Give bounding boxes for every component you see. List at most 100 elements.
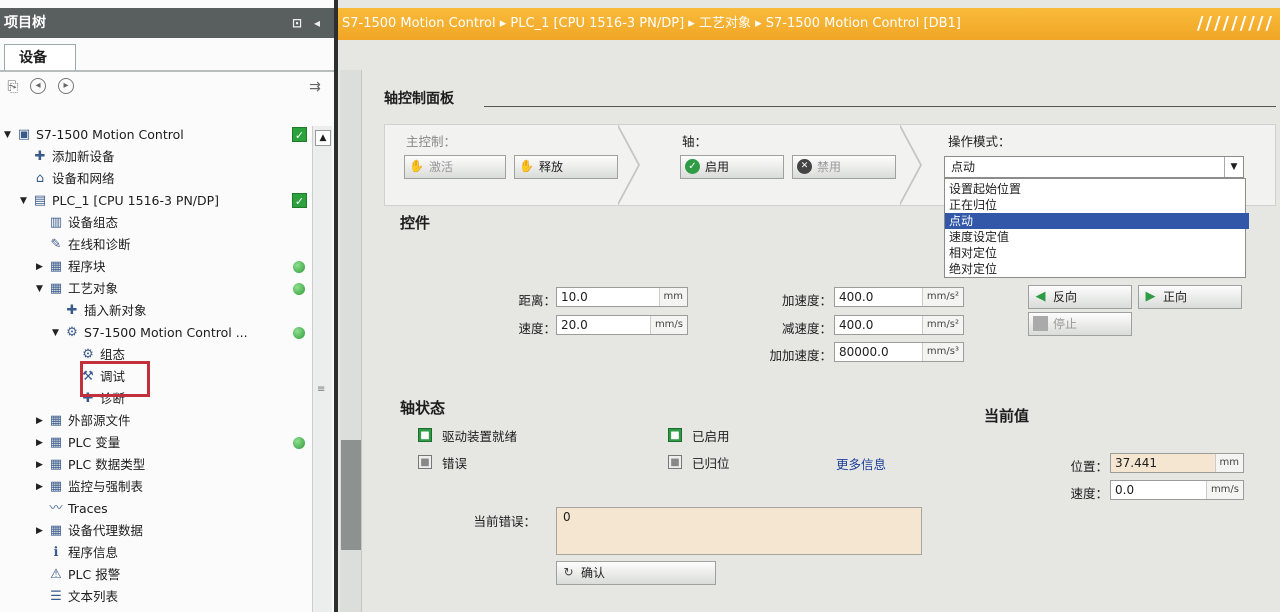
- operating-mode-option[interactable]: 速度设定值: [945, 229, 1249, 245]
- tree-item[interactable]: ▼ ▣ S7-1500 Motion Control ✓: [0, 124, 312, 146]
- position-value: 37.441: [1115, 456, 1157, 470]
- expand-arrow-icon[interactable]: ▼: [52, 322, 62, 344]
- forward-label: 正向: [1163, 290, 1188, 304]
- tree-item[interactable]: ℹ 程序信息: [0, 542, 312, 564]
- add-device-icon: ✚: [34, 149, 46, 164]
- distance-input[interactable]: 10.0 mm: [556, 287, 688, 307]
- scroll-up-icon[interactable]: ▲: [315, 130, 331, 146]
- tree-item[interactable]: ▶ ▦ 设备代理数据: [0, 520, 312, 542]
- gear-icon: ⚙: [82, 347, 94, 362]
- operating-mode-option[interactable]: 点动: [945, 213, 1249, 229]
- pending-error-value: 0: [563, 510, 571, 524]
- back-icon[interactable]: ◂: [30, 78, 46, 94]
- forward-icon[interactable]: ▸: [58, 78, 74, 94]
- forward-button[interactable]: ▶ 正向: [1138, 285, 1242, 309]
- folder-icon: ▦: [49, 281, 63, 296]
- deceleration-label: 减速度：: [781, 321, 832, 336]
- operating-mode-option[interactable]: 绝对定位: [945, 261, 1249, 277]
- trace-icon: 〰: [49, 501, 63, 516]
- collapse-arrow-icon[interactable]: ▶: [36, 454, 46, 476]
- drive-ready-icon: ■: [418, 428, 432, 442]
- tree-item[interactable]: ☰ 文本列表: [0, 586, 312, 608]
- current-values-title: 当前值: [984, 407, 1030, 425]
- tree-item[interactable]: ⚒ 调试: [0, 366, 312, 388]
- tree-item-label: 设备和网络: [52, 171, 115, 186]
- collapse-arrow-icon[interactable]: ▶: [36, 432, 46, 454]
- tree-item[interactable]: ⌂ 设备和网络: [0, 168, 312, 190]
- tree-item[interactable]: ▼ ▤ PLC_1 [CPU 1516-3 PN/DP] ✓: [0, 190, 312, 212]
- operating-mode-select[interactable]: 点动 ▼: [944, 156, 1244, 178]
- speed-input[interactable]: 20.0 mm/s: [556, 315, 688, 335]
- backward-button[interactable]: ◀ 反向: [1028, 285, 1132, 309]
- tree-item[interactable]: ✚ 诊断: [0, 388, 312, 410]
- status-ok-icon: ✓: [292, 193, 307, 208]
- error-icon: ■: [418, 455, 432, 469]
- velocity-value: 0.0: [1115, 483, 1135, 497]
- collapse-arrow-icon[interactable]: ▶: [36, 520, 46, 542]
- collapse-arrow-icon[interactable]: ▶: [36, 476, 46, 498]
- tree-item-label: 监控与强制表: [68, 479, 144, 494]
- task-card-tab[interactable]: [341, 440, 361, 550]
- collapse-arrow-icon[interactable]: ▶: [36, 410, 46, 432]
- tree-item[interactable]: ▼ ⚙ S7-1500 Motion Control ...: [0, 322, 312, 344]
- jerk-label: 加加速度：: [769, 348, 832, 363]
- tree-item[interactable]: ▶ ▦ 外部源文件: [0, 410, 312, 432]
- tree-item-label: PLC 报警: [68, 567, 121, 582]
- pin-icon[interactable]: ⊡: [292, 8, 302, 38]
- tree-item[interactable]: ✚ 添加新设备: [0, 146, 312, 168]
- tree-item[interactable]: ▥ 设备组态: [0, 212, 312, 234]
- folder-icon: ▦: [49, 413, 63, 428]
- operating-mode-option[interactable]: 相对定位: [945, 245, 1249, 261]
- scroll-grip-icon[interactable]: ≡: [317, 384, 325, 395]
- controls-title: 控件: [400, 214, 431, 232]
- acceleration-input[interactable]: 400.0 mm/s²: [834, 287, 964, 307]
- expand-arrow-icon[interactable]: ▼: [4, 124, 14, 146]
- jerk-input[interactable]: 80000.0 mm/s³: [834, 342, 964, 362]
- distance-label: 距离：: [518, 293, 556, 308]
- tree-item[interactable]: ✚ 插入新对象: [0, 300, 312, 322]
- tree-item[interactable]: ▶ ▦ 监控与强制表: [0, 476, 312, 498]
- position-label: 位置：: [1070, 459, 1108, 474]
- folder-icon: ▦: [49, 259, 63, 274]
- tab-devices[interactable]: 设备: [4, 44, 76, 70]
- tree-item[interactable]: ▶ ▦ 程序块: [0, 256, 312, 278]
- tree-item[interactable]: 〰 Traces: [0, 498, 312, 520]
- more-info-link[interactable]: 更多信息: [836, 454, 886, 473]
- tree-item[interactable]: ✎ 在线和诊断: [0, 234, 312, 256]
- release-button[interactable]: ✋ 释放: [514, 155, 618, 179]
- collapse-panel-icon[interactable]: ◂: [314, 8, 320, 38]
- jerk-value: 80000.0: [839, 345, 889, 359]
- tree-item[interactable]: ⚙ 组态: [0, 344, 312, 366]
- expand-arrow-icon[interactable]: ▼: [36, 278, 46, 300]
- tree-item[interactable]: ▶ ▦ PLC 变量: [0, 432, 312, 454]
- disable-button[interactable]: ✕ 禁用: [792, 155, 896, 179]
- stop-button[interactable]: 停止: [1028, 312, 1132, 336]
- enable-button[interactable]: ✓ 启用: [680, 155, 784, 179]
- tree-item[interactable]: ⚠ PLC 报警: [0, 564, 312, 586]
- tree-scrollbar[interactable]: ▲ ≡: [312, 126, 332, 612]
- position-unit: mm: [1214, 454, 1243, 472]
- tree-item[interactable]: ▶ ▦ PLC 数据类型: [0, 454, 312, 476]
- insert-icon: ✚: [66, 303, 78, 318]
- collapse-arrow-icon[interactable]: ▶: [36, 256, 46, 278]
- expand-arrow-icon[interactable]: ▼: [20, 190, 30, 212]
- speed-label: 速度：: [518, 321, 556, 336]
- activate-button[interactable]: ✋ 激活: [404, 155, 506, 179]
- tree-item[interactable]: ▼ ▦ 工艺对象: [0, 278, 312, 300]
- tree-item-label: 文本列表: [68, 589, 119, 604]
- operating-mode-option[interactable]: 正在归位: [945, 197, 1249, 213]
- project-tree: ▼ ▣ S7-1500 Motion Control ✓ ✚ 添加新设备 ⌂ 设备和网络 ▼ ▤ P…: [0, 124, 312, 612]
- alarm-icon: ⚠: [50, 567, 62, 582]
- new-item-icon[interactable]: ⎘: [4, 78, 22, 96]
- chevron-down-icon[interactable]: ▼: [1224, 157, 1243, 177]
- info-icon: ℹ: [53, 545, 59, 560]
- operating-mode-option[interactable]: 设置起始位置: [945, 181, 1249, 197]
- activate-label: 激活: [429, 160, 454, 174]
- show-overview-icon[interactable]: ⇉: [306, 78, 324, 96]
- confirm-button[interactable]: ↻ 确认: [556, 561, 716, 585]
- title-bar-stripes-icon: /////////: [1196, 13, 1274, 34]
- deceleration-input[interactable]: 400.0 mm/s²: [834, 315, 964, 335]
- tree-item-label: 外部源文件: [68, 413, 131, 428]
- breadcrumb: S7-1500 Motion Control ▸ PLC_1 [CPU 1516…: [338, 8, 1280, 40]
- tree-item-label: Traces: [68, 501, 108, 516]
